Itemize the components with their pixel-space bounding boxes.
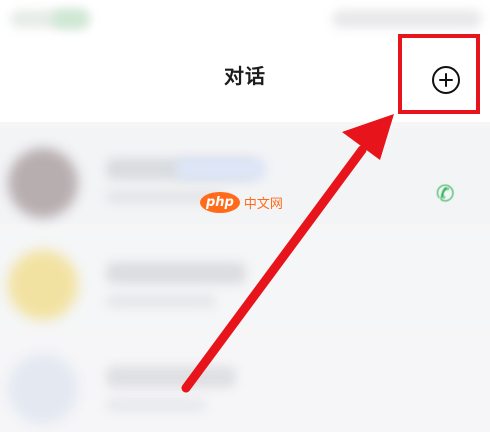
arrow-shaft [181, 145, 367, 393]
arrow-head [342, 114, 394, 160]
annotation-arrow [181, 114, 394, 393]
